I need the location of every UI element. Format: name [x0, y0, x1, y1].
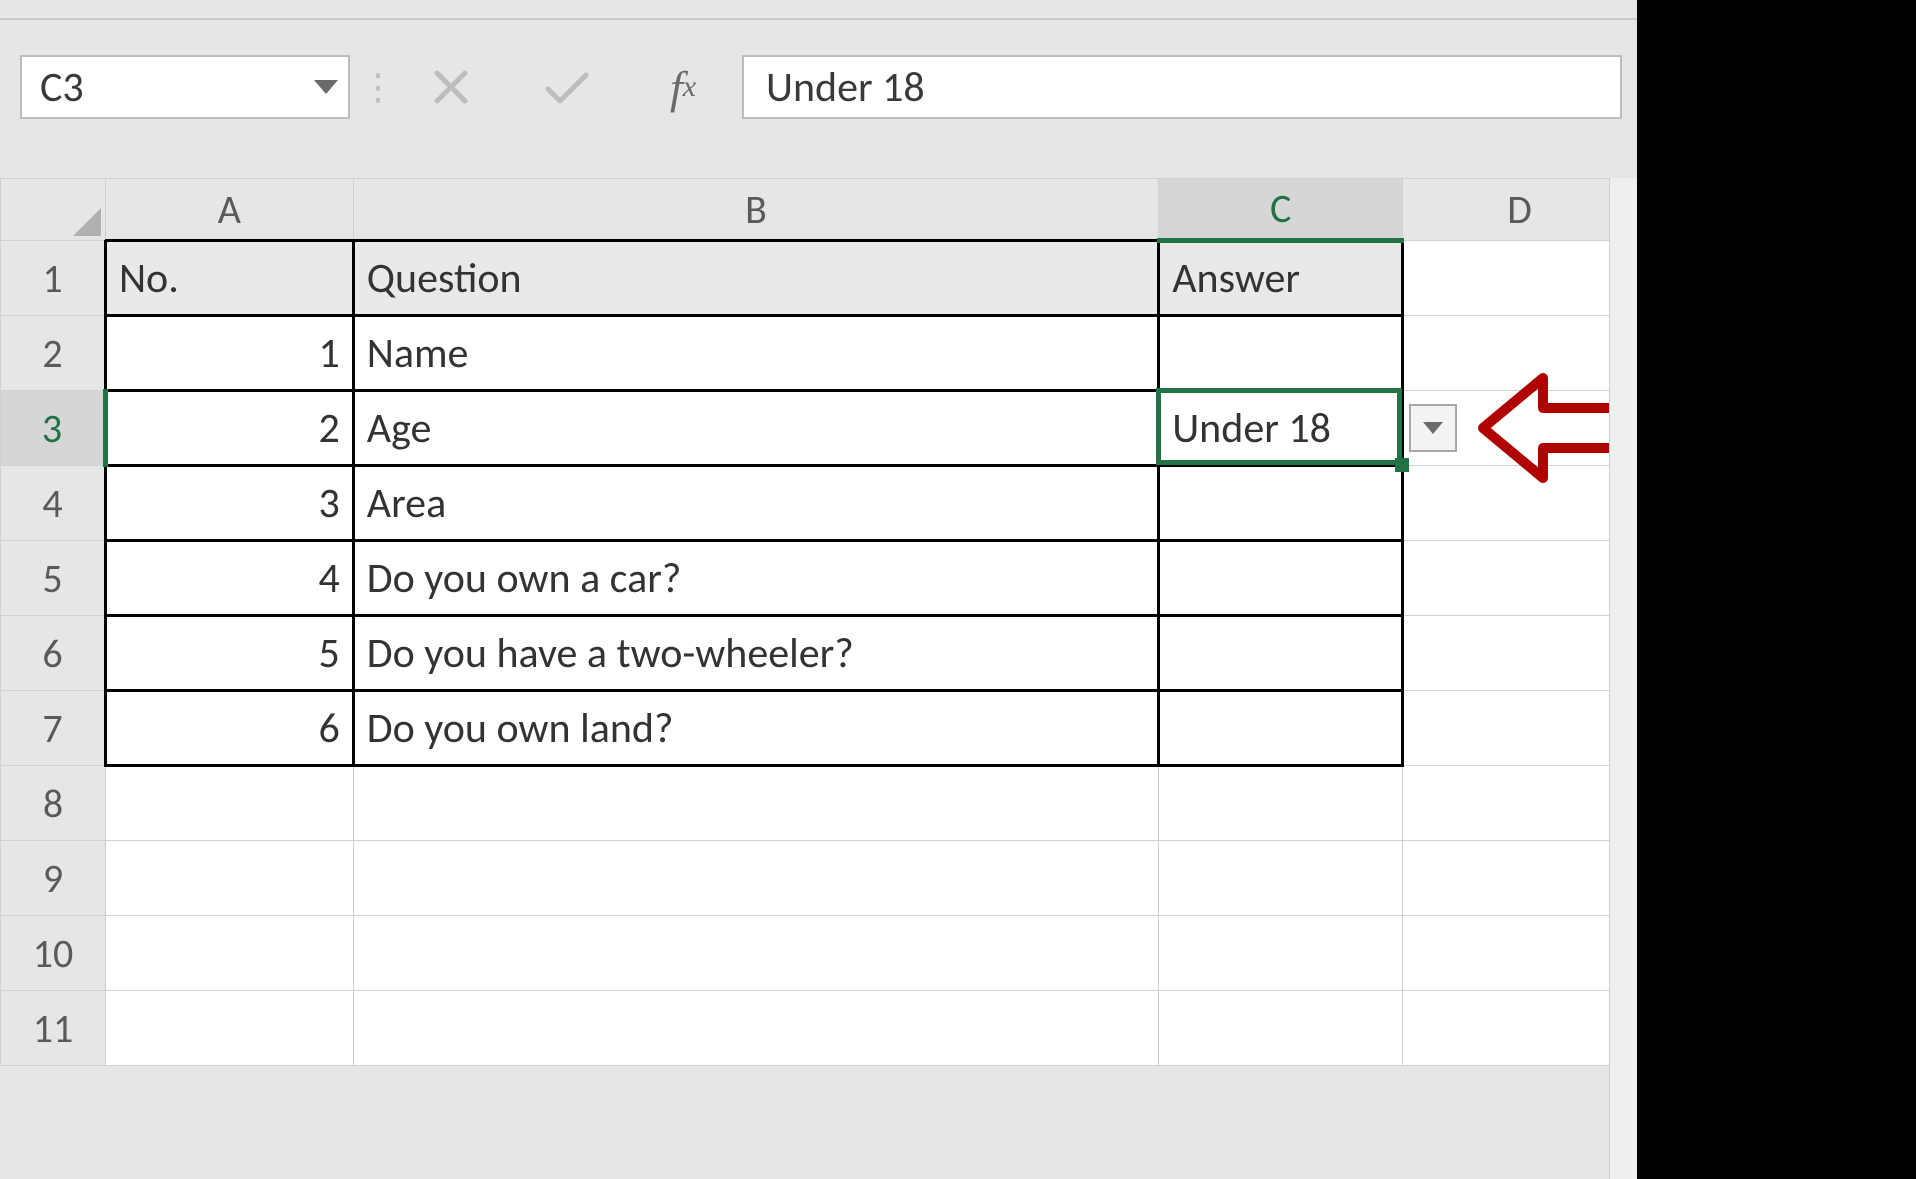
col-header-A[interactable]: A	[105, 179, 353, 241]
cell-D1[interactable]	[1403, 241, 1637, 316]
table-row: 4 3 Area	[1, 466, 1637, 541]
row-header-9[interactable]: 9	[1, 841, 106, 916]
cell-B8[interactable]	[353, 766, 1158, 841]
name-box[interactable]: C3	[20, 55, 350, 119]
cell-A9[interactable]	[105, 841, 353, 916]
chevron-down-icon[interactable]	[314, 80, 338, 94]
cell-B5[interactable]: Do you own a car?	[353, 541, 1158, 616]
col-header-B[interactable]: B	[353, 179, 1158, 241]
cell-A8[interactable]	[105, 766, 353, 841]
cell-B10[interactable]	[353, 916, 1158, 991]
row-header-3[interactable]: 3	[1, 391, 106, 466]
insert-function-icon[interactable]: fx	[644, 55, 722, 119]
row-header-7[interactable]: 7	[1, 691, 106, 766]
formula-buttons: fx	[412, 55, 722, 119]
row-header-5[interactable]: 5	[1, 541, 106, 616]
formula-input[interactable]: Under 18	[742, 55, 1622, 119]
formula-bar: C3 ⋮ fx Under 18	[20, 48, 1622, 126]
cell-C9[interactable]	[1159, 841, 1403, 916]
cell-A3[interactable]: 2	[105, 391, 353, 466]
cell-C11[interactable]	[1159, 991, 1403, 1066]
table-row: 2 1 Name	[1, 316, 1637, 391]
cell-A4[interactable]: 3	[105, 466, 353, 541]
cancel-icon	[412, 55, 490, 119]
name-box-value: C3	[40, 62, 84, 113]
cell-C10[interactable]	[1159, 916, 1403, 991]
row-header-1[interactable]: 1	[1, 241, 106, 316]
table-row: 10	[1, 916, 1637, 991]
cell-C4[interactable]	[1159, 466, 1403, 541]
cell-D6[interactable]	[1403, 616, 1637, 691]
row-header-6[interactable]: 6	[1, 616, 106, 691]
table-row: 11	[1, 991, 1637, 1066]
cell-B2[interactable]: Name	[353, 316, 1158, 391]
cell-B1[interactable]: Question	[353, 241, 1158, 316]
cell-B3[interactable]: Age	[353, 391, 1158, 466]
excel-window: C3 ⋮ fx Under 18 A B	[0, 0, 1637, 1179]
cell-B6[interactable]: Do you have a two-wheeler?	[353, 616, 1158, 691]
col-header-C[interactable]: C	[1159, 179, 1403, 241]
cell-C6[interactable]	[1159, 616, 1403, 691]
vertical-scrollbar[interactable]	[1609, 178, 1637, 1179]
cell-B4[interactable]: Area	[353, 466, 1158, 541]
selection-rectangle	[1156, 388, 1402, 465]
cell-A6[interactable]: 5	[105, 616, 353, 691]
cell-C2[interactable]	[1159, 316, 1403, 391]
cell-D10[interactable]	[1403, 916, 1637, 991]
cell-D5[interactable]	[1403, 541, 1637, 616]
table-row: 9	[1, 841, 1637, 916]
fill-handle[interactable]	[1395, 458, 1409, 472]
chevron-down-icon	[1423, 422, 1443, 434]
formula-input-value: Under 18	[766, 62, 925, 113]
cell-C8[interactable]	[1159, 766, 1403, 841]
cell-C7[interactable]	[1159, 691, 1403, 766]
row-header-4[interactable]: 4	[1, 466, 106, 541]
worksheet-grid[interactable]: A B C D 1 No. Question Answer 2 1 Name	[0, 178, 1637, 1066]
toolbar-divider	[0, 18, 1637, 20]
cell-A1[interactable]: No.	[105, 241, 353, 316]
table-row: 6 5 Do you have a two-wheeler?	[1, 616, 1637, 691]
cell-D11[interactable]	[1403, 991, 1637, 1066]
row-header-2[interactable]: 2	[1, 316, 106, 391]
cell-A11[interactable]	[105, 991, 353, 1066]
cell-B11[interactable]	[353, 991, 1158, 1066]
cell-D9[interactable]	[1403, 841, 1637, 916]
column-header-row: A B C D	[1, 179, 1637, 241]
cell-B9[interactable]	[353, 841, 1158, 916]
cell-A7[interactable]: 6	[105, 691, 353, 766]
select-all-triangle[interactable]	[1, 179, 106, 241]
table-row: 7 6 Do you own land?	[1, 691, 1637, 766]
row-header-10[interactable]: 10	[1, 916, 106, 991]
table-row: 8	[1, 766, 1637, 841]
cell-C5[interactable]	[1159, 541, 1403, 616]
cell-D7[interactable]	[1403, 691, 1637, 766]
row-header-11[interactable]: 11	[1, 991, 106, 1066]
enter-icon	[528, 55, 606, 119]
cell-A10[interactable]	[105, 916, 353, 991]
col-header-D[interactable]: D	[1403, 179, 1637, 241]
cell-C1[interactable]: Answer	[1159, 241, 1403, 316]
table-row: 1 No. Question Answer	[1, 241, 1637, 316]
cropped-edge	[1637, 0, 1916, 1179]
cell-A5[interactable]: 4	[105, 541, 353, 616]
cell-D8[interactable]	[1403, 766, 1637, 841]
cell-A2[interactable]: 1	[105, 316, 353, 391]
table-row: 5 4 Do you own a car?	[1, 541, 1637, 616]
cell-B7[interactable]: Do you own land?	[353, 691, 1158, 766]
row-header-8[interactable]: 8	[1, 766, 106, 841]
drag-handle-icon[interactable]: ⋮	[358, 55, 398, 119]
data-validation-dropdown[interactable]	[1409, 404, 1457, 452]
